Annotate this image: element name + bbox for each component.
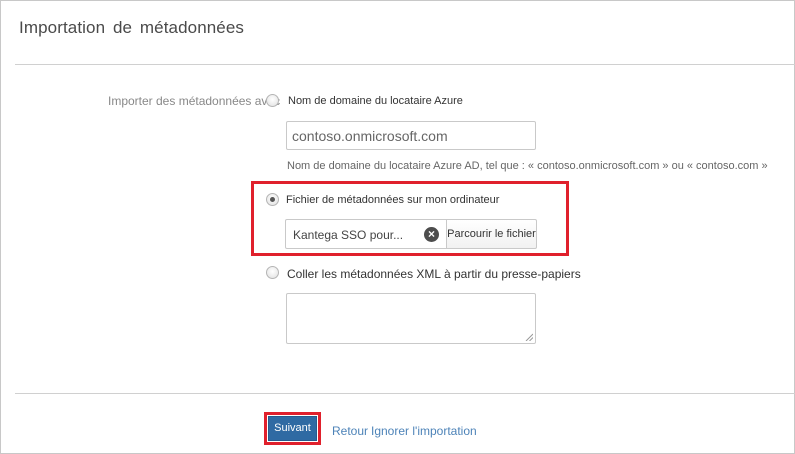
footer-divider [15,393,795,394]
file-radio-label[interactable]: Fichier de métadonnées sur mon ordinateu… [286,194,500,206]
browse-file-button[interactable]: Parcourir le fichier [446,219,537,249]
xml-radio-label[interactable]: Coller les métadonnées XML à partir du p… [287,267,581,281]
file-radio[interactable] [266,193,279,206]
next-button[interactable]: Suivant [268,416,317,441]
xml-radio[interactable] [266,266,279,279]
domain-radio-label[interactable]: Nom de domaine du locataire Azure [287,95,463,107]
tenant-domain-hint: Nom de domaine du locataire Azure AD, te… [287,160,768,172]
clear-file-icon[interactable]: × [424,227,439,242]
domain-radio[interactable] [266,94,279,107]
skip-import-link[interactable]: Ignorer l'importation [371,424,477,438]
back-link[interactable]: Retour [332,424,368,438]
resize-grip-icon[interactable] [525,333,533,341]
selected-file-name: Kantega SSO pour... [293,228,404,242]
import-method-label: Importer des métadonnées avec [108,94,281,108]
xml-textarea[interactable] [286,293,536,344]
dialog-title: Importation de métadonnées [19,18,245,37]
header-divider [15,64,795,65]
metadata-import-dialog: Importation de métadonnées Importer des … [0,0,795,454]
tenant-domain-input[interactable]: contoso.onmicrosoft.com [286,121,536,150]
file-picker: Kantega SSO pour... × Parcourir le fichi… [285,219,537,249]
